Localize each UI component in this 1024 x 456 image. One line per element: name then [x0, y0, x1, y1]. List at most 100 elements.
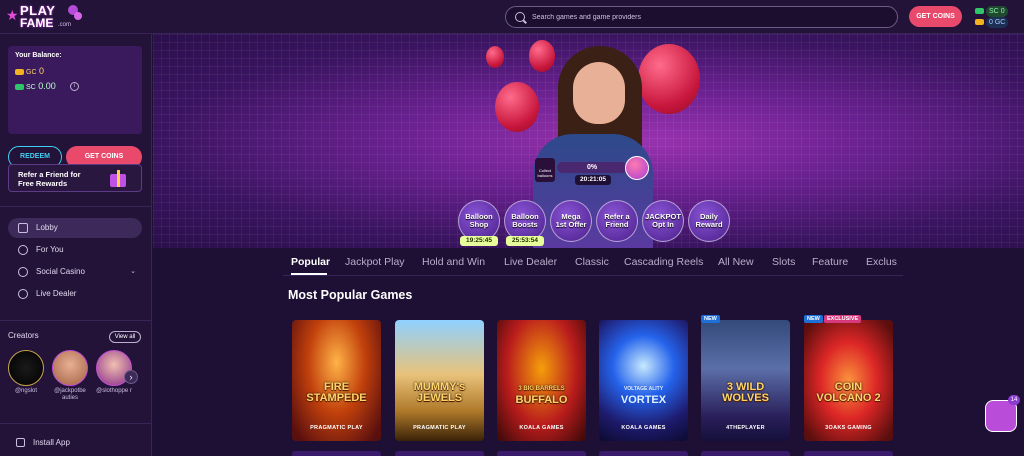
info-icon[interactable]: i	[70, 82, 79, 91]
tab-all-new[interactable]: All New	[718, 252, 754, 272]
divider	[0, 206, 152, 207]
game-provider: PRAGMATIC PLAY	[310, 425, 363, 431]
gc-value: 0	[989, 19, 993, 26]
game-art	[497, 320, 586, 441]
sidebar-item-social-casino[interactable]: Social Casino ⌄	[8, 262, 142, 282]
sc-balance: SC 0.00	[15, 81, 56, 91]
tab-popular[interactable]: Popular	[291, 252, 330, 272]
game-tile-3-wild-wolves[interactable]: NEW 3 WILD WOLVES 4THEPLAYER	[701, 315, 790, 441]
sc-value: 0.00	[38, 81, 56, 91]
avatar	[52, 350, 88, 386]
progress-value: 0%	[557, 162, 627, 173]
balloon-icon	[529, 40, 555, 72]
game-tile-peek[interactable]	[497, 451, 586, 456]
creators-title: Creators	[8, 331, 39, 340]
sidebar-item-label: Social Casino	[36, 267, 85, 276]
sidebar-item-label: For You	[36, 245, 64, 254]
divider	[0, 320, 152, 321]
sidebar-item-for-you[interactable]: For You	[8, 240, 142, 260]
game-tile-coin-volcano-2[interactable]: NEW EXCLUSIVE COIN VOLCANO 2 3OAKS GAMING	[804, 315, 893, 441]
install-app-link[interactable]: Install App	[8, 436, 70, 450]
new-badge: NEW	[804, 315, 823, 323]
floating-gift-button[interactable]: 14	[985, 395, 1020, 432]
chip-icon	[18, 267, 28, 277]
game-title: VOLTAGE ALITY VORTEX	[599, 382, 688, 406]
gc-label: GC	[26, 69, 37, 76]
promo-timer: 19:25:45	[460, 236, 498, 246]
game-tile-mummys-jewels[interactable]: MUMMY's JEWELS PRAGMATIC PLAY	[395, 320, 484, 441]
star-icon: ★	[6, 7, 19, 23]
promo-daily-reward[interactable]: Daily Reward	[688, 200, 730, 242]
creator-card[interactable]: @jackpotbe auties	[51, 350, 89, 401]
game-title-line2: JEWELS	[416, 392, 463, 404]
game-tile-peek[interactable]	[292, 451, 381, 456]
promo-line2: Opt In	[652, 220, 674, 229]
game-provider: PRAGMATIC PLAY	[413, 425, 466, 431]
refer-line2: Free Rewards	[18, 179, 68, 188]
promo-line2: Boosts	[512, 220, 538, 229]
game-tile-peek[interactable]	[701, 451, 790, 456]
creator-handle: @slothoppe r	[96, 388, 132, 394]
search-icon	[515, 12, 525, 22]
header-wallet[interactable]: SC 0 0 GC	[975, 4, 1019, 30]
logo-suffix: .com	[58, 22, 72, 28]
game-tile-peek[interactable]	[804, 451, 893, 456]
game-tile-peek[interactable]	[395, 451, 484, 456]
tab-jackpot-play[interactable]: Jackpot Play	[345, 252, 405, 272]
sidebar-item-lobby[interactable]: Lobby	[8, 218, 142, 238]
game-tile-peek[interactable]	[599, 451, 688, 456]
promo-line2: 1st Offer	[555, 220, 587, 229]
refer-a-friend-banner[interactable]: Refer a Friend for Free Rewards	[8, 164, 142, 192]
hero-banner[interactable]: Collect balloons 0% 20:21:05 Balloon Sho…	[153, 34, 1024, 248]
sweep-coin-icon	[15, 83, 24, 90]
get-coins-button[interactable]: GET COINS	[909, 6, 962, 27]
balance-card: Your Balance: GC 0 SC 0.00 i	[8, 46, 142, 134]
game-art	[599, 320, 688, 441]
playfame-logo[interactable]: ★ PLAY FAME .com	[6, 3, 86, 31]
gold-coin-icon	[975, 19, 984, 26]
promo-refer-a-friend[interactable]: Refer a Friend	[596, 200, 638, 242]
game-tile-3-big-barrels-buffalo[interactable]: 3 BIG BARRELS BUFFALO KOALA GAMES	[497, 320, 586, 441]
view-all-creators-button[interactable]: View all	[109, 331, 141, 343]
new-badge: NEW	[701, 315, 720, 323]
balloon-icon	[495, 82, 539, 132]
promo-jackpot-opt-in[interactable]: JACKPOT Opt In	[642, 200, 684, 242]
game-tile-vortex[interactable]: VOLTAGE ALITY VORTEX KOALA GAMES	[599, 320, 688, 441]
search-input[interactable]	[532, 9, 882, 25]
hostess-face	[573, 62, 625, 124]
sidebar-item-label: Live Dealer	[36, 289, 77, 298]
balloon-icon	[486, 46, 504, 68]
promo-timer: 25:53:54	[506, 236, 544, 246]
star-icon	[18, 245, 28, 255]
creator-card[interactable]: @ngslot	[7, 350, 45, 398]
sweep-coin-icon	[975, 8, 984, 15]
tab-classic[interactable]: Classic	[575, 252, 609, 272]
tab-cascading-reels[interactable]: Cascading Reels	[624, 252, 703, 272]
game-provider: KOALA GAMES	[519, 425, 564, 431]
search-bar[interactable]	[505, 6, 898, 28]
gc-label: GC	[994, 19, 1006, 26]
divider	[0, 423, 152, 424]
top-bar: ★ PLAY FAME .com GET COINS SC 0 0 GC	[0, 0, 1024, 34]
tab-slots[interactable]: Slots	[772, 252, 795, 272]
section-title: Most Popular Games	[288, 288, 413, 302]
tab-exclusive[interactable]: Exclus	[866, 252, 897, 272]
promo-line2: Friend	[605, 220, 629, 229]
sidebar-item-label: Lobby	[36, 223, 58, 232]
game-tile-fire-stampede[interactable]: FIRE STAMPEDE PRAGMATIC PLAY	[292, 320, 381, 441]
tab-feature[interactable]: Feature	[812, 252, 848, 272]
tab-live-dealer[interactable]: Live Dealer	[504, 252, 557, 272]
gift-count-badge: 14	[1008, 395, 1020, 405]
tab-hold-and-win[interactable]: Hold and Win	[422, 252, 485, 272]
progress-timer: 20:21:05	[575, 175, 611, 185]
gold-coin-icon	[15, 68, 24, 75]
sidebar-item-live-dealer[interactable]: Live Dealer	[8, 284, 142, 304]
promo-mega-first-offer[interactable]: Mega 1st Offer	[550, 200, 592, 242]
gc-balance: GC 0	[15, 66, 44, 76]
chevron-right-icon[interactable]: ›	[124, 370, 138, 384]
game-title: FIRE STAMPEDE	[292, 382, 381, 404]
balloon-progress[interactable]: Collect balloons 0% 20:21:05	[535, 156, 650, 186]
balloon-icon	[74, 12, 82, 20]
game-title-line1: 3 BIG BARRELS	[518, 386, 565, 392]
exclusive-badge: EXCLUSIVE	[824, 315, 862, 323]
